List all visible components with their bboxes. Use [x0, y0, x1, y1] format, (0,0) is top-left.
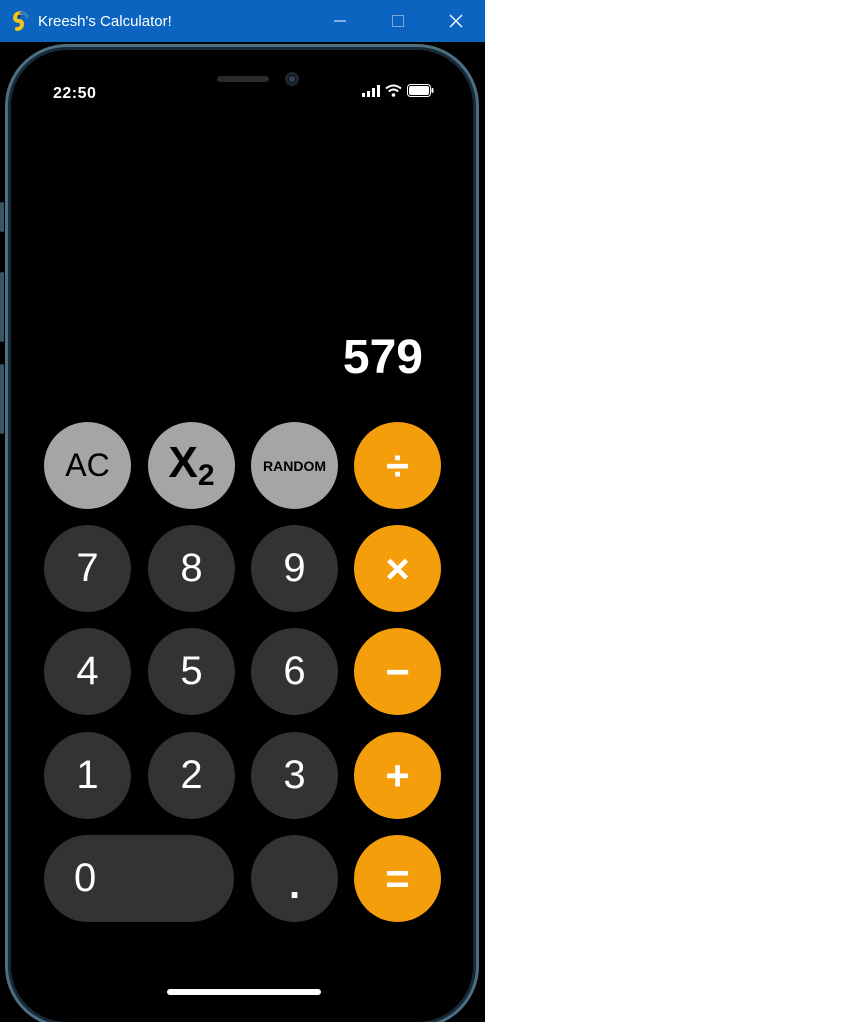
ac-label: AC: [65, 447, 110, 483]
digit-3-label: 3: [283, 753, 306, 797]
equals-button[interactable]: =: [354, 835, 441, 922]
equals-icon: =: [385, 854, 410, 902]
app-window: Kreesh's Calculator! 22:50 579 AC X2 RAN…: [0, 0, 485, 1022]
maximize-icon: [392, 15, 404, 27]
digit-0-label: 0: [74, 856, 97, 900]
maximize-button[interactable]: [369, 0, 427, 42]
home-indicator[interactable]: [167, 989, 321, 995]
phone-side-button: [0, 202, 4, 232]
digit-9-label: 9: [283, 546, 306, 590]
random-button[interactable]: RANDOM: [251, 422, 338, 509]
multiply-icon: ×: [385, 544, 410, 592]
digit-4-label: 4: [76, 649, 99, 693]
close-button[interactable]: [427, 0, 485, 42]
close-icon: [449, 14, 463, 28]
digit-1-label: 1: [76, 753, 99, 797]
digit-8-button[interactable]: 8: [148, 525, 235, 612]
digit-2-button[interactable]: 2: [148, 732, 235, 819]
digit-6-button[interactable]: 6: [251, 628, 338, 715]
front-camera: [285, 72, 299, 86]
square-label: X2: [168, 438, 214, 493]
minus-icon: −: [385, 647, 410, 695]
status-time: 22:50: [53, 85, 97, 102]
square-button[interactable]: X2: [148, 422, 235, 509]
battery-icon: [407, 84, 434, 97]
square-label-exponent: 2: [197, 459, 215, 492]
square-label-base: X: [168, 438, 198, 487]
random-label: RANDOM: [263, 457, 326, 474]
divide-button[interactable]: ÷: [354, 422, 441, 509]
wifi-icon: [385, 84, 402, 97]
digit-7-label: 7: [76, 546, 99, 590]
plus-icon: +: [385, 751, 410, 799]
title-bar[interactable]: Kreesh's Calculator!: [0, 0, 485, 42]
status-icons: [362, 84, 434, 97]
calculator-display: 579: [342, 331, 423, 384]
phone-side-button: [0, 364, 4, 434]
digit-1-button[interactable]: 1: [44, 732, 131, 819]
digit-6-label: 6: [283, 649, 306, 693]
minimize-button[interactable]: [311, 0, 369, 42]
digit-0-button[interactable]: 0: [44, 835, 234, 922]
window-controls: [311, 0, 485, 42]
divide-icon: ÷: [385, 441, 410, 489]
digit-7-button[interactable]: 7: [44, 525, 131, 612]
digit-4-button[interactable]: 4: [44, 628, 131, 715]
digit-3-button[interactable]: 3: [251, 732, 338, 819]
decimal-button[interactable]: .: [251, 835, 338, 922]
digit-5-button[interactable]: 5: [148, 628, 235, 715]
earpiece-speaker: [217, 76, 269, 82]
multiply-button[interactable]: ×: [354, 525, 441, 612]
phone-canvas: 22:50 579 AC X2 RANDOM ÷ 7 8 9 × 4 5 6 −…: [0, 42, 485, 1022]
digit-5-label: 5: [180, 649, 203, 693]
pygame-snake-icon: [10, 10, 32, 32]
digit-8-label: 8: [180, 546, 203, 590]
digit-2-label: 2: [180, 753, 203, 797]
plus-button[interactable]: +: [354, 732, 441, 819]
phone-side-button: [0, 272, 4, 342]
minus-button[interactable]: −: [354, 628, 441, 715]
window-title: Kreesh's Calculator!: [38, 12, 172, 30]
digit-9-button[interactable]: 9: [251, 525, 338, 612]
ac-button[interactable]: AC: [44, 422, 131, 509]
cellular-signal-icon: [362, 84, 380, 97]
minimize-icon: [334, 20, 346, 22]
decimal-label: .: [288, 863, 301, 907]
